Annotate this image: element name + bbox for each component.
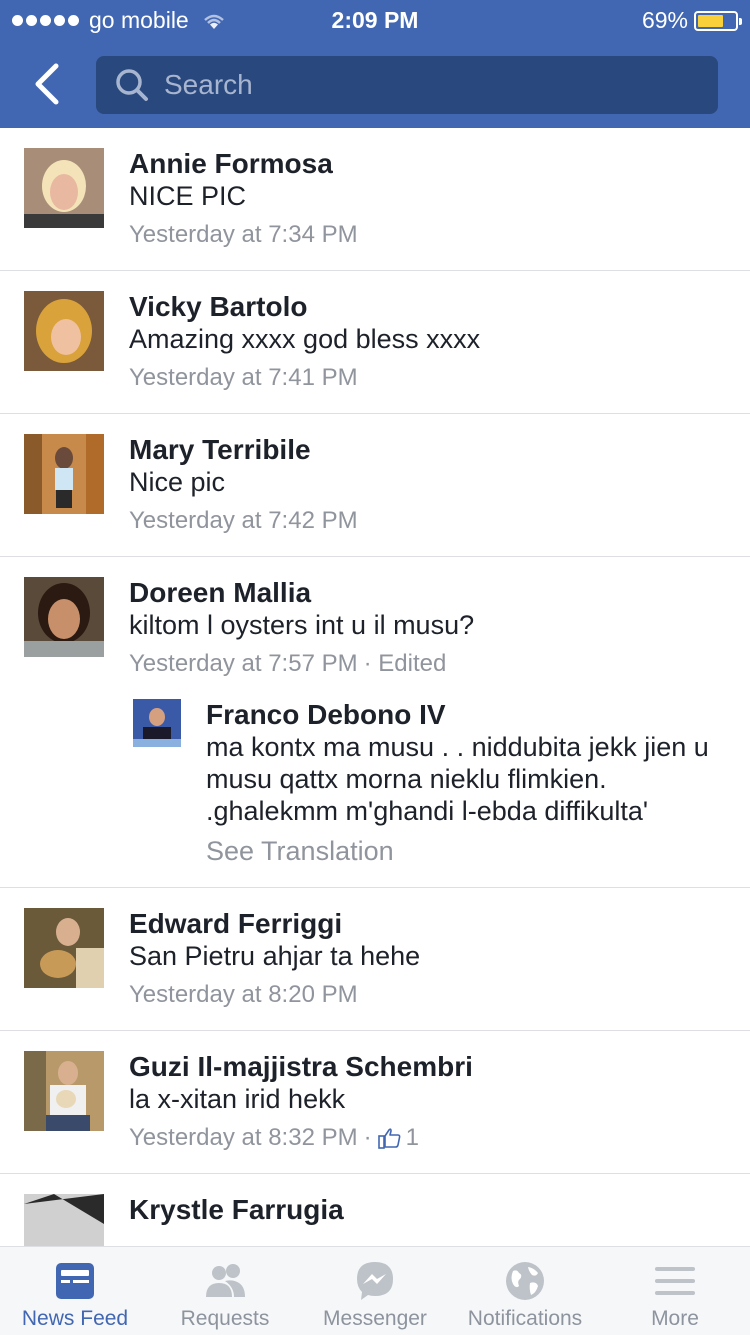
- comment-author[interactable]: Guzi Il-majjistra Schembri: [129, 1051, 726, 1083]
- see-translation-link[interactable]: See Translation: [206, 835, 726, 867]
- status-bar: go mobile 2:09 PM 69%: [0, 0, 750, 40]
- comment-author[interactable]: Edward Ferriggi: [129, 908, 726, 940]
- tab-requests[interactable]: Requests: [150, 1247, 300, 1335]
- tab-notifications[interactable]: Notifications: [450, 1247, 600, 1335]
- reply-author[interactable]: Franco Debono IV: [206, 699, 726, 731]
- tab-label: News Feed: [21, 1307, 129, 1330]
- tab-news-feed[interactable]: News Feed: [0, 1247, 150, 1335]
- comment-timestamp[interactable]: Yesterday at 8:20 PM: [129, 980, 358, 1010]
- comment-author[interactable]: Krystle Farrugia: [129, 1194, 726, 1226]
- comment-item: Mary Terribile Nice pic Yesterday at 7:4…: [0, 414, 750, 557]
- battery-icon: [694, 10, 742, 31]
- comments-list[interactable]: Annie Formosa NICE PIC Yesterday at 7:34…: [0, 128, 750, 1246]
- avatar[interactable]: [24, 577, 104, 657]
- comment-timestamp[interactable]: Yesterday at 7:42 PM: [129, 506, 358, 536]
- navigation-bar: [0, 40, 750, 128]
- edited-label[interactable]: · Edited: [364, 649, 447, 679]
- comment-timestamp[interactable]: Yesterday at 7:57 PM: [129, 649, 358, 679]
- like-count-value: 1: [405, 1124, 419, 1151]
- comment-timestamp[interactable]: Yesterday at 7:34 PM: [129, 220, 358, 250]
- comment-author[interactable]: Vicky Bartolo: [129, 291, 726, 323]
- meta-separator: ·: [363, 1124, 372, 1151]
- comment-text: Amazing xxxx god bless xxxx: [129, 324, 481, 354]
- comment-timestamp[interactable]: Yesterday at 8:32 PM: [129, 1123, 358, 1153]
- comment-timestamp[interactable]: Yesterday at 7:41 PM: [129, 363, 358, 393]
- avatar[interactable]: [24, 148, 104, 228]
- thumbs-up-icon: [377, 1128, 400, 1149]
- tab-label: Messenger: [323, 1307, 427, 1330]
- status-time: 2:09 PM: [331, 7, 419, 33]
- comment-author[interactable]: Annie Formosa: [129, 148, 726, 180]
- comment-item: Krystle Farrugia: [0, 1174, 750, 1246]
- like-count[interactable]: 1: [377, 1123, 419, 1153]
- search-input[interactable]: [162, 68, 706, 102]
- comment-item: Edward Ferriggi San Pietru ahjar ta hehe…: [0, 888, 750, 1031]
- menu-icon: [655, 1267, 695, 1295]
- reply-item: Franco Debono IV ma kontx ma musu . . ni…: [133, 699, 726, 867]
- comment-author[interactable]: Mary Terribile: [129, 434, 726, 466]
- avatar[interactable]: [24, 291, 104, 371]
- tab-label: Notifications: [467, 1307, 583, 1330]
- comment-item: Vicky Bartolo Amazing xxxx god bless xxx…: [0, 271, 750, 414]
- comment-text: NICE PIC: [129, 181, 247, 211]
- avatar[interactable]: [24, 1051, 104, 1131]
- battery-percent: 69%: [641, 7, 688, 33]
- avatar[interactable]: [24, 1194, 104, 1246]
- avatar[interactable]: [133, 699, 181, 747]
- comment-author[interactable]: Doreen Mallia: [129, 577, 726, 609]
- friend-requests-icon: [206, 1264, 245, 1297]
- avatar[interactable]: [24, 434, 104, 514]
- top-bar: go mobile 2:09 PM 69%: [0, 0, 750, 128]
- search-bar[interactable]: [96, 56, 718, 114]
- tab-more[interactable]: More: [600, 1247, 750, 1335]
- comment-text: la x-xitan irid hekk: [129, 1084, 346, 1114]
- search-icon: [116, 69, 148, 101]
- chevron-left-icon[interactable]: [28, 62, 68, 106]
- news-feed-icon: [56, 1263, 94, 1299]
- comment-item: Guzi Il-majjistra Schembri la x-xitan ir…: [0, 1031, 750, 1174]
- reply-text: ma kontx ma musu . . niddubita jekk jien…: [206, 732, 709, 826]
- tab-label: Requests: [180, 1307, 270, 1330]
- messenger-icon: [357, 1262, 393, 1300]
- comment-text: San Pietru ahjar ta hehe: [129, 941, 421, 971]
- comment-item: Doreen Mallia kiltom l oysters int u il …: [0, 557, 750, 888]
- battery-fill: [698, 14, 723, 27]
- tab-messenger[interactable]: Messenger: [300, 1247, 450, 1335]
- comment-text: kiltom l oysters int u il musu?: [129, 610, 475, 640]
- tab-bar: News Feed Requests Messenger Notificatio…: [0, 1246, 750, 1335]
- comment-text: Nice pic: [129, 467, 226, 497]
- tab-label: More: [651, 1307, 699, 1330]
- avatar[interactable]: [24, 908, 104, 988]
- globe-icon: [506, 1262, 544, 1300]
- comment-item: Annie Formosa NICE PIC Yesterday at 7:34…: [0, 128, 750, 271]
